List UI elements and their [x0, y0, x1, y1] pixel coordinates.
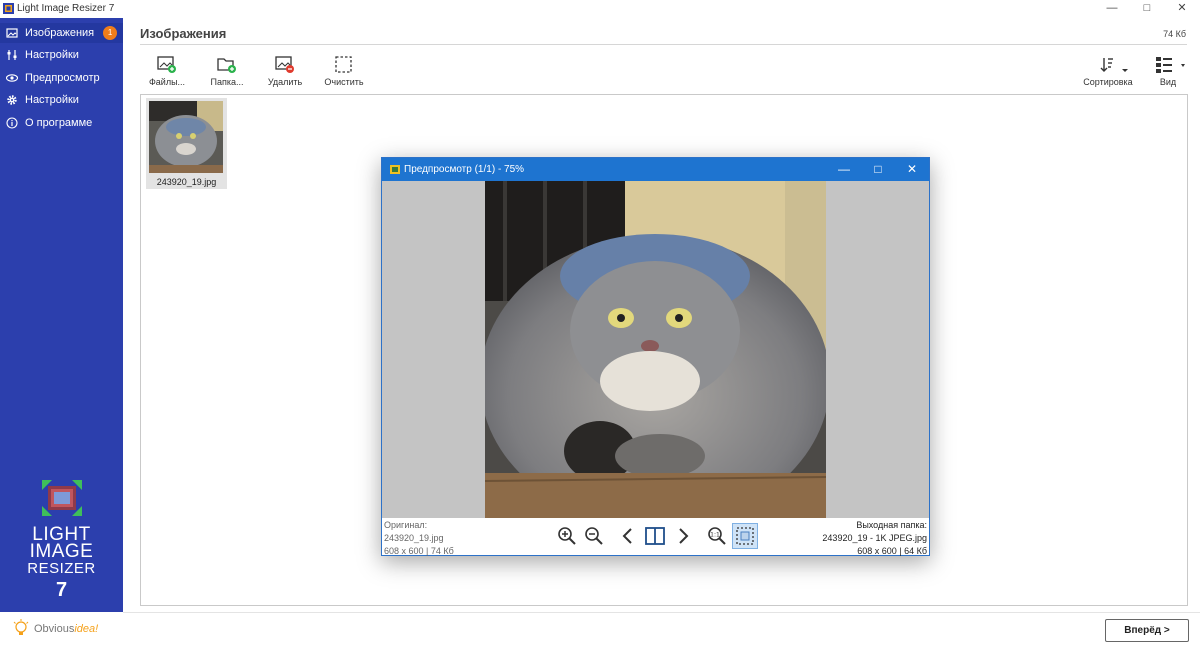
next-image-button[interactable]	[670, 523, 696, 549]
preview-titlebar[interactable]: Предпросмотр (1/1) - 75% — □ ✕	[382, 158, 929, 181]
compare-view-button[interactable]	[642, 523, 668, 549]
thumbnail-image	[149, 101, 223, 173]
preview-footer: Оригинал: 243920_19.jpg 608 x 600 | 74 К…	[382, 518, 929, 558]
close-button[interactable]: ✕	[1166, 0, 1198, 18]
sidebar-item-label: Настройки	[25, 94, 79, 106]
sidebar-item-options[interactable]: Настройки	[0, 90, 123, 110]
total-size-label: 74 Кб	[1163, 29, 1186, 39]
add-image-icon	[157, 56, 176, 73]
images-count-badge: 1	[103, 26, 118, 40]
app-titlebar: Light Image Resizer 7 — □ ✕	[0, 0, 1200, 18]
zoom-actual-size-icon: 1:1	[708, 527, 726, 545]
original-label: Оригинал:	[384, 520, 428, 530]
sidebar-item-images[interactable]: Изображения 1	[0, 23, 123, 43]
svg-text:1:1: 1:1	[710, 532, 720, 539]
original-dimensions: 608 x 600 | 74 Кб	[384, 546, 454, 556]
clear-button[interactable]: Очистить	[324, 56, 364, 87]
add-folder-label: Папка...	[210, 77, 244, 87]
original-filename: 243920_19.jpg	[384, 533, 444, 543]
images-icon	[6, 28, 18, 38]
delete-label: Удалить	[267, 77, 303, 87]
output-info: Выходная папка: 243920_19 - 1K JPEG.jpg …	[822, 519, 927, 558]
logo-version: 7	[55, 579, 68, 601]
brand-prefix: Obvious	[34, 622, 75, 635]
file-name: 243920_19.jpg	[156, 177, 217, 187]
preview-canvas[interactable]	[382, 181, 929, 518]
actual-size-button[interactable]: 1:1	[704, 523, 730, 549]
preview-maximize-button[interactable]: □	[864, 161, 892, 179]
maximize-button[interactable]: □	[1131, 0, 1163, 18]
next-button[interactable]: Вперёд >	[1105, 619, 1189, 642]
output-dimensions: 608 x 600 | 64 Кб	[857, 546, 927, 556]
app-logo-icon	[3, 3, 14, 14]
footer-divider	[123, 612, 1200, 613]
gear-icon	[7, 95, 17, 105]
sidebar-item-settings[interactable]: Настройки	[0, 45, 123, 65]
fit-to-window-button[interactable]	[732, 523, 758, 549]
zoom-out-button[interactable]	[581, 523, 607, 549]
resizer-logo-icon	[41, 480, 82, 516]
preview-minimize-button[interactable]: —	[830, 161, 858, 179]
view-list-icon	[1156, 57, 1185, 73]
delete-button[interactable]: Удалить	[266, 56, 304, 87]
chevron-right-icon	[679, 528, 689, 544]
preview-app-icon	[390, 165, 400, 174]
clear-selection-icon	[335, 56, 352, 73]
vendor-brand[interactable]: Obviousidea!	[0, 612, 123, 645]
page-title: Изображения	[140, 26, 227, 41]
sidebar: Изображения 1 Настройки Предпросмотр Нас…	[0, 18, 123, 645]
preview-image	[485, 181, 826, 518]
sort-label: Сортировка	[1083, 77, 1133, 87]
file-thumbnail[interactable]: 243920_19.jpg	[146, 98, 227, 189]
sidebar-item-label: О программе	[25, 117, 93, 129]
app-title: Light Image Resizer 7	[17, 3, 115, 14]
output-label: Выходная папка:	[856, 520, 927, 530]
zoom-in-icon	[558, 527, 576, 545]
sliders-icon	[7, 50, 17, 60]
view-button[interactable]: Вид	[1148, 56, 1188, 87]
sort-icon	[1100, 58, 1128, 72]
remove-image-icon	[275, 56, 294, 73]
add-files-button[interactable]: Файлы...	[147, 56, 187, 87]
preview-close-button[interactable]: ✕	[898, 161, 926, 179]
sidebar-item-label: Настройки	[25, 49, 79, 61]
vendor-brand-text: Obviousidea!	[34, 623, 98, 635]
sidebar-item-label: Предпросмотр	[25, 72, 100, 84]
sidebar-item-label: Изображения	[25, 27, 95, 39]
info-icon	[6, 117, 18, 129]
eye-icon	[6, 74, 18, 82]
view-label: Вид	[1159, 77, 1177, 87]
fit-selection-icon	[736, 527, 754, 545]
sidebar-item-preview[interactable]: Предпросмотр	[0, 68, 123, 88]
zoom-out-icon	[585, 527, 603, 545]
preview-window[interactable]: Предпросмотр (1/1) - 75% — □ ✕ Оригинал:…	[381, 157, 930, 556]
split-view-icon	[645, 527, 665, 545]
header-divider	[140, 44, 1187, 45]
product-logo: LIGHT IMAGE RESIZER 7	[0, 478, 123, 601]
logo-text-resizer: RESIZER	[27, 560, 96, 577]
output-filename: 243920_19 - 1K JPEG.jpg	[822, 533, 927, 543]
minimize-button[interactable]: —	[1096, 0, 1128, 18]
previous-image-button[interactable]	[615, 523, 641, 549]
add-folder-icon	[217, 58, 236, 73]
sort-button[interactable]: Сортировка	[1078, 56, 1138, 87]
add-folder-button[interactable]: Папка...	[207, 56, 247, 87]
clear-label: Очистить	[324, 77, 364, 87]
chevron-left-icon	[622, 528, 632, 544]
add-files-label: Файлы...	[148, 77, 186, 87]
preview-title: Предпросмотр (1/1) - 75%	[404, 164, 525, 175]
zoom-in-button[interactable]	[554, 523, 580, 549]
sidebar-item-about[interactable]: О программе	[0, 113, 123, 133]
original-info: Оригинал: 243920_19.jpg 608 x 600 | 74 К…	[384, 519, 454, 558]
lightbulb-icon	[13, 618, 29, 635]
brand-suffix: idea!	[74, 622, 99, 635]
logo-text-image: IMAGE	[29, 541, 94, 562]
